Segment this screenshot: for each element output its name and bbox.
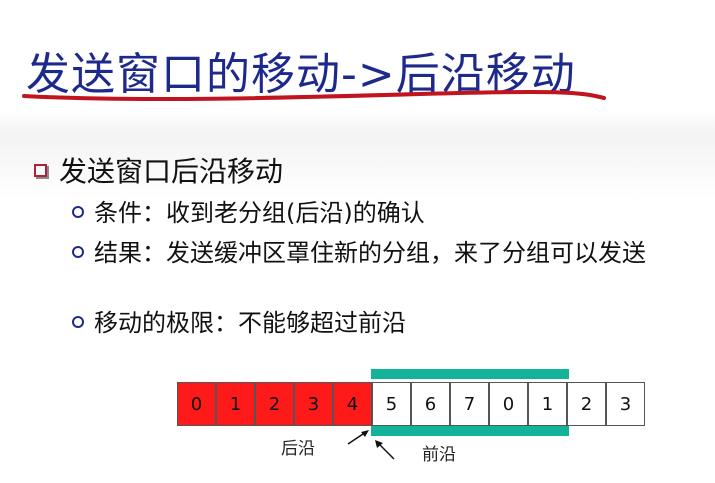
sub-bullet-result: 结果：发送缓冲区罩住新的分组，来了分组可以发送	[72, 236, 672, 270]
seq-cell: 0	[177, 382, 216, 426]
circle-bullet-icon	[72, 316, 84, 328]
sub-bullet-text: 移动的极限：不能够超过前沿	[94, 309, 406, 337]
main-bullet: 发送窗口后沿移动	[34, 150, 283, 190]
circle-bullet-icon	[72, 206, 84, 218]
seq-cell: 0	[489, 382, 528, 426]
title-underline	[22, 89, 606, 102]
seq-cell: 3	[294, 382, 333, 426]
seq-cell: 7	[450, 382, 489, 426]
window-bottom-bar	[371, 426, 569, 436]
rear-pointer-arrow-icon	[347, 430, 369, 445]
seq-cell: 4	[333, 382, 372, 426]
rear-edge-label: 后沿	[281, 439, 315, 459]
sub-bullet-condition: 条件：收到老分组(后沿)的确认	[72, 196, 425, 230]
seq-cell: 2	[567, 382, 606, 426]
seq-cell: 2	[255, 382, 294, 426]
sub-bullet-text: 结果：发送缓冲区罩住新的分组，来了分组可以发送	[94, 239, 646, 267]
circle-bullet-icon	[72, 246, 84, 258]
seq-cell: 1	[216, 382, 255, 426]
seq-cell: 3	[606, 382, 645, 426]
main-bullet-text: 发送窗口后沿移动	[59, 155, 284, 188]
window-top-bar	[371, 369, 569, 379]
sub-bullet-text: 条件：收到老分组(后沿)的确认	[94, 199, 425, 227]
front-edge-label: 前沿	[422, 445, 456, 465]
front-pointer-arrow-icon	[375, 440, 395, 460]
seq-cell: 5	[372, 382, 411, 426]
sub-bullet-limit: 移动的极限：不能够超过前沿	[72, 306, 406, 340]
seq-cell: 6	[411, 382, 450, 426]
square-bullet-icon	[34, 163, 47, 177]
seq-cell: 1	[528, 382, 567, 426]
